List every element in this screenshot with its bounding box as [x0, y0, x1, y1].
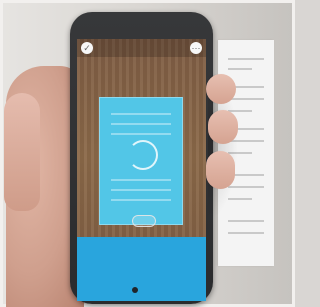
home-indicator[interactable] — [132, 287, 138, 293]
detected-document — [99, 97, 183, 225]
paper-line — [228, 220, 264, 222]
top-toolbar: ✓ ⋯ — [77, 39, 206, 57]
document-line — [111, 199, 171, 201]
check-icon[interactable]: ✓ — [81, 42, 93, 54]
document-line — [111, 123, 171, 125]
document-line — [111, 133, 171, 135]
document-line — [111, 113, 171, 115]
instruction-panel — [77, 237, 206, 301]
paper-line — [228, 232, 264, 234]
right-finger — [206, 151, 235, 189]
document-line — [111, 179, 171, 181]
smartphone: ✓ ⋯ — [70, 12, 213, 304]
processing-spinner-icon — [128, 140, 158, 170]
right-finger — [206, 74, 236, 104]
paper-line — [228, 58, 264, 60]
document-line — [111, 189, 171, 191]
left-thumb — [4, 93, 40, 211]
right-finger — [208, 110, 238, 144]
capture-ring-icon[interactable] — [132, 215, 156, 227]
menu-icon[interactable]: ⋯ — [190, 42, 202, 54]
scanner-screen: ✓ ⋯ — [77, 39, 206, 301]
